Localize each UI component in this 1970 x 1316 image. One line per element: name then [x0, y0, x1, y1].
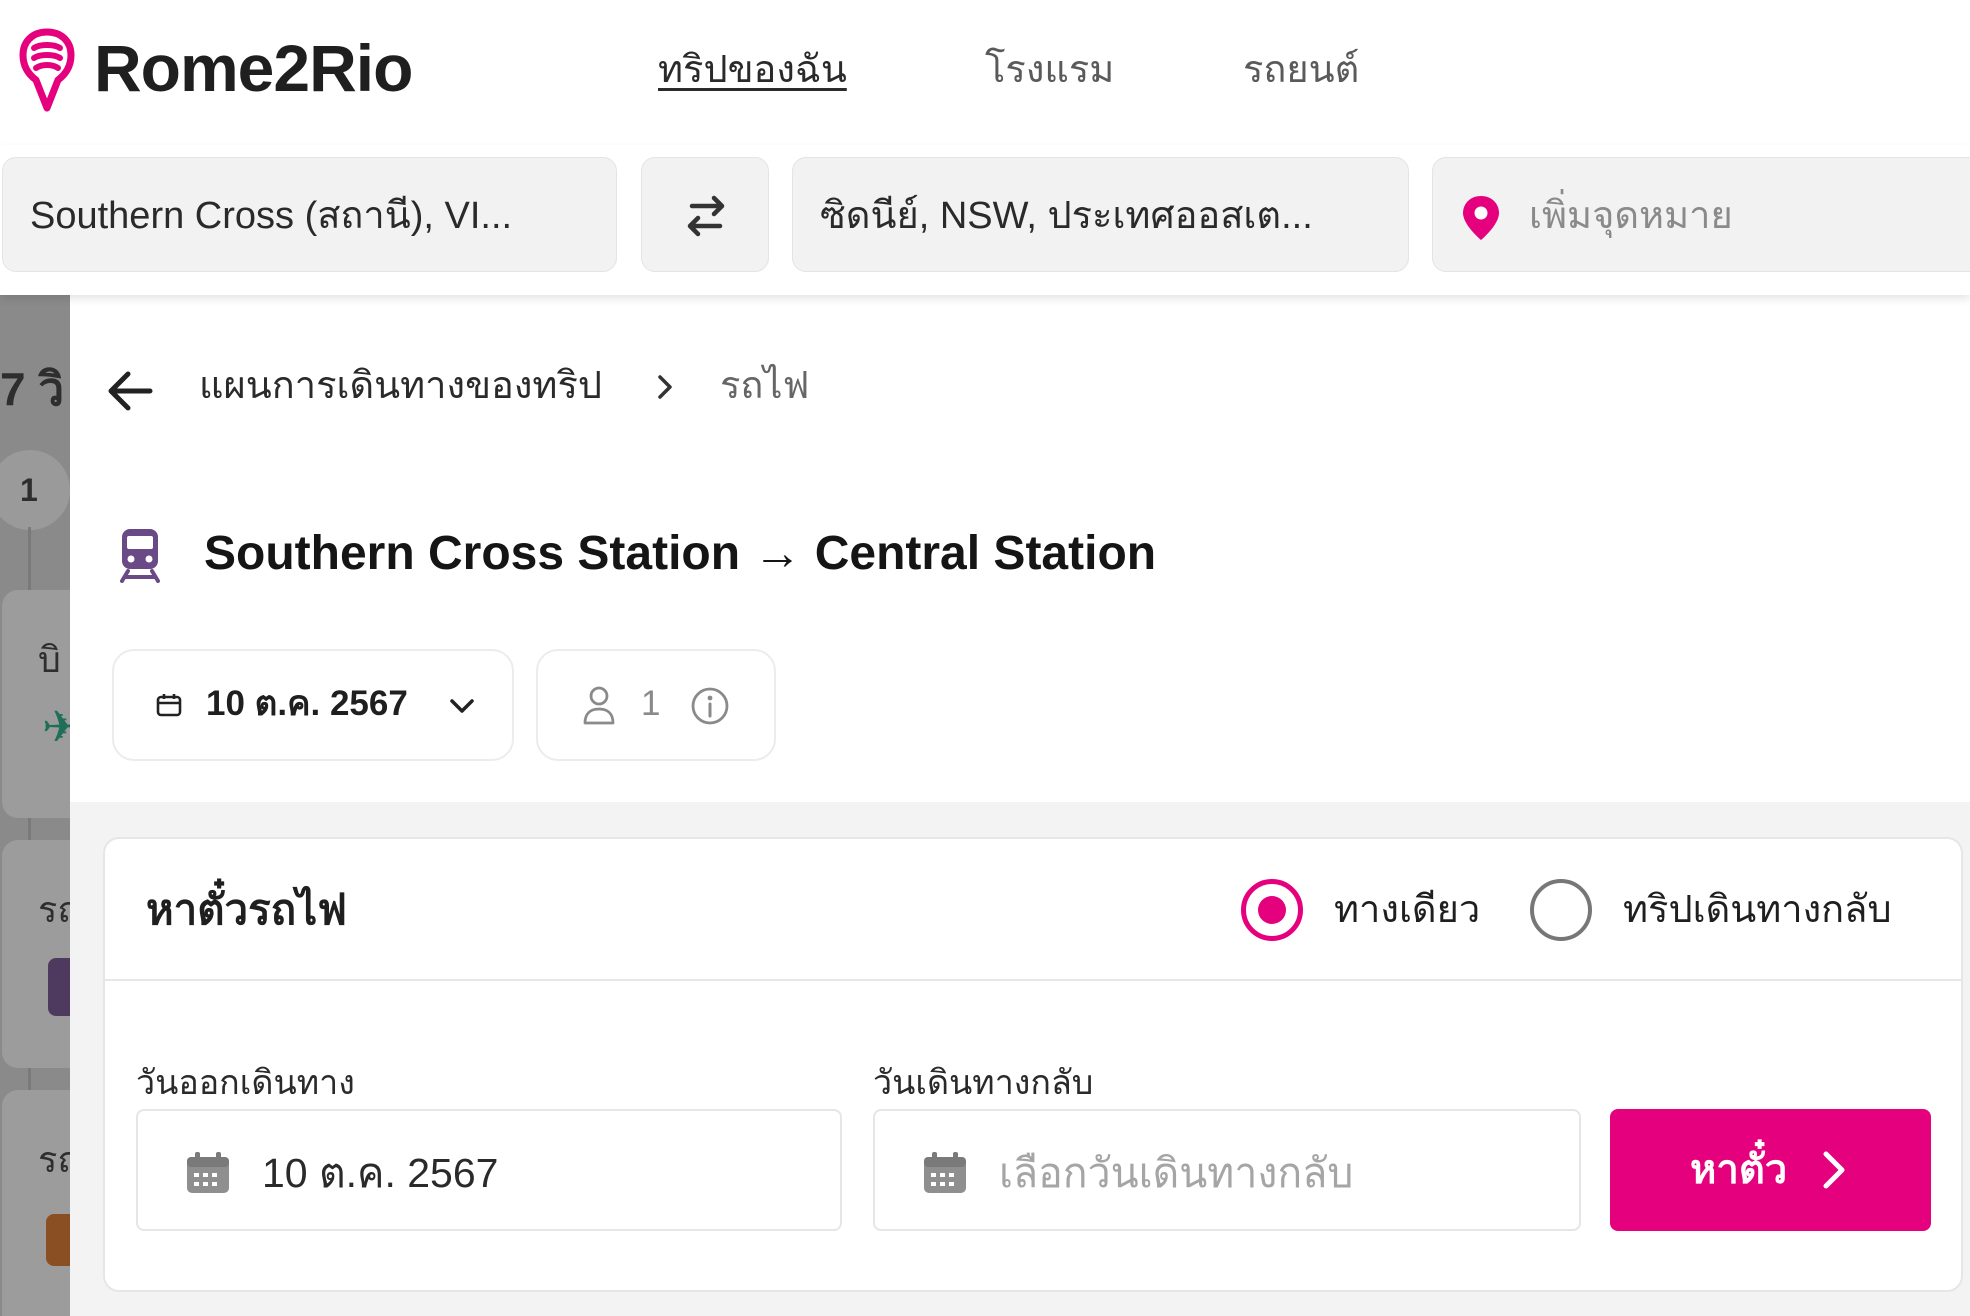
destination-value: ซิดนีย์, NSW, ประเทศออสเต... — [820, 195, 1313, 237]
search-bar: Southern Cross (สถานี), VI... ซิดนีย์, N… — [0, 145, 1970, 295]
rome2rio-logo-text[interactable]: Rome2Rio — [94, 26, 413, 110]
route-detail-panel: แผนการเดินทางของทริป รถไฟ Southern Cross… — [70, 295, 1970, 1316]
person-icon — [583, 686, 615, 725]
origin-field[interactable]: Southern Cross (สถานี), VI... — [2, 157, 617, 272]
bg-card-label: บิ — [38, 639, 61, 680]
card-title: หาตั๋วรถไฟ — [146, 886, 347, 933]
swap-origin-destination-button[interactable] — [641, 157, 769, 272]
calendar-icon — [924, 1152, 966, 1193]
background-results-overlay: 7 วิ 1 บิ ✈ รถ รถ — [0, 295, 70, 1316]
bg-duration-fragment: 7 วิ — [0, 363, 65, 415]
date-chip-value: 10 ต.ค. 2567 — [206, 684, 408, 723]
return-date-placeholder: เลือกวันเดินทางกลับ — [999, 1150, 1354, 1196]
chevron-right-icon — [1823, 1151, 1845, 1189]
bg-plane-icon: ✈ — [42, 703, 70, 752]
swap-arrows-icon — [687, 195, 725, 237]
top-header: Rome2Rio ทริปของฉัน โรงแรม รถยนต์ — [0, 0, 1970, 145]
one-way-radio[interactable] — [1241, 879, 1303, 941]
depart-date-value: 10 ต.ค. 2567 — [262, 1150, 499, 1196]
radio-selected-dot — [1258, 896, 1286, 924]
one-way-label[interactable]: ทางเดียว — [1334, 885, 1480, 935]
route-title: Southern Cross Station → Central Station — [204, 527, 1157, 580]
bg-train-icon — [48, 958, 70, 1016]
nav-my-trips[interactable]: ทริปของฉัน — [658, 46, 847, 94]
destination-field[interactable]: ซิดนีย์, NSW, ประเทศออสเต... — [792, 157, 1409, 272]
location-pin-icon — [1463, 196, 1499, 240]
booking-section: หาตั๋วรถไฟ ทางเดียว ทริปเดินทางกลับ วันอ… — [70, 802, 1970, 1316]
origin-value: Southern Cross (สถานี), VI... — [30, 195, 513, 237]
breadcrumb-trip-plan[interactable]: แผนการเดินทางของทริป — [199, 361, 602, 411]
rome2rio-logo-icon[interactable] — [18, 28, 76, 112]
depart-date-label: วันออกเดินทาง — [136, 1064, 355, 1102]
chevron-right-icon — [658, 375, 672, 399]
find-tickets-label: หาตั๋ว — [1690, 1148, 1788, 1192]
bg-card-label: รถ — [38, 1139, 70, 1180]
bg-step-circle: 1 — [0, 450, 70, 530]
info-icon[interactable] — [690, 686, 730, 726]
nav-hotels[interactable]: โรงแรม — [985, 46, 1114, 94]
bg-step-badge: 1 — [20, 472, 38, 508]
date-selector-chip[interactable]: 10 ต.ค. 2567 — [112, 649, 514, 761]
add-destination-placeholder: เพิ่มจุดหมาย — [1529, 195, 1733, 237]
calendar-icon — [187, 1152, 229, 1193]
bg-card-flight: บิ ✈ — [2, 590, 70, 818]
bg-card-train: รถ — [2, 840, 70, 1068]
bg-card-bus: รถ — [2, 1090, 70, 1316]
depart-date-input[interactable]: 10 ต.ค. 2567 — [136, 1109, 842, 1231]
train-icon — [120, 529, 160, 583]
round-trip-label[interactable]: ทริปเดินทางกลับ — [1623, 885, 1892, 935]
return-date-input[interactable]: เลือกวันเดินทางกลับ — [873, 1109, 1581, 1231]
add-destination-field[interactable]: เพิ่มจุดหมาย — [1432, 157, 1970, 272]
chevron-down-icon — [450, 699, 474, 713]
return-date-label: วันเดินทางกลับ — [873, 1064, 1094, 1102]
card-header: หาตั๋วรถไฟ ทางเดียว ทริปเดินทางกลับ — [105, 839, 1961, 981]
bg-bus-icon — [46, 1214, 70, 1266]
find-tickets-button[interactable]: หาตั๋ว — [1610, 1109, 1931, 1231]
breadcrumb-current: รถไฟ — [720, 365, 810, 407]
bg-card-label: รถ — [38, 889, 70, 930]
passenger-count: 1 — [641, 684, 661, 723]
passenger-selector-chip[interactable]: 1 — [536, 649, 776, 761]
nav-cars[interactable]: รถยนต์ — [1243, 46, 1359, 94]
calendar-icon — [156, 694, 182, 717]
train-ticket-search-card: หาตั๋วรถไฟ ทางเดียว ทริปเดินทางกลับ วันอ… — [103, 837, 1963, 1292]
round-trip-radio[interactable] — [1530, 879, 1592, 941]
arrow-left-icon[interactable] — [104, 365, 156, 417]
